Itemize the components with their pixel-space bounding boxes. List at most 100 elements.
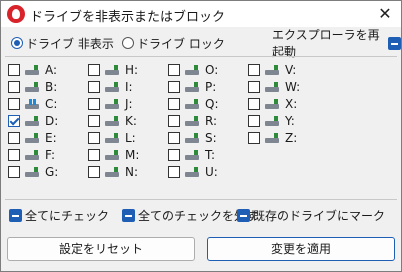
drive-letter: M: bbox=[125, 147, 140, 162]
drive-checkbox[interactable] bbox=[88, 131, 100, 144]
drive-letter: L: bbox=[125, 130, 136, 145]
windows-drive-icon bbox=[25, 98, 41, 109]
drive-item[interactable]: M: bbox=[88, 147, 139, 162]
radio-indicator[interactable] bbox=[11, 37, 23, 49]
reset-settings-button[interactable]: 設定をリセット bbox=[7, 237, 195, 261]
drive-item[interactable]: N: bbox=[88, 164, 138, 179]
drive-item[interactable]: O: bbox=[168, 62, 218, 77]
drive-item[interactable]: D: bbox=[8, 113, 58, 128]
drive-item[interactable]: R: bbox=[168, 113, 217, 128]
drive-item[interactable]: Y: bbox=[248, 113, 295, 128]
hard-drive-icon bbox=[25, 132, 41, 143]
drive-letter: P: bbox=[205, 79, 217, 94]
drive-checkbox[interactable] bbox=[88, 97, 100, 110]
drive-letter: O: bbox=[205, 62, 219, 77]
drive-item[interactable]: W: bbox=[248, 79, 300, 94]
drive-item[interactable]: X: bbox=[248, 96, 297, 111]
drive-checkbox[interactable] bbox=[248, 97, 260, 110]
drive-letter: X: bbox=[285, 96, 298, 111]
drive-checkbox[interactable] bbox=[8, 80, 20, 93]
drive-item[interactable]: T: bbox=[168, 147, 215, 162]
drive-checkbox[interactable] bbox=[88, 148, 100, 161]
drive-letter: J: bbox=[125, 96, 133, 111]
drive-checkbox[interactable] bbox=[8, 165, 20, 178]
drive-item[interactable]: P: bbox=[168, 79, 216, 94]
drive-item[interactable]: B: bbox=[8, 79, 57, 94]
hard-drive-icon bbox=[265, 64, 281, 75]
drive-checkbox[interactable] bbox=[248, 131, 260, 144]
mark-existing-button[interactable]: 既存のドライブにマーク bbox=[237, 207, 385, 223]
hard-drive-icon bbox=[105, 166, 121, 177]
drive-letter: D: bbox=[45, 113, 59, 128]
radio-indicator[interactable] bbox=[122, 37, 134, 49]
drive-letter: U: bbox=[205, 164, 218, 179]
drive-item[interactable]: Z: bbox=[248, 130, 297, 145]
drive-item[interactable]: K: bbox=[88, 113, 137, 128]
drive-item[interactable]: C: bbox=[8, 96, 57, 111]
drive-item[interactable]: S: bbox=[168, 130, 217, 145]
hard-drive-icon bbox=[185, 132, 201, 143]
mark-existing-label: 既存のドライブにマーク bbox=[253, 208, 386, 223]
restart-explorer-checkbox[interactable] bbox=[388, 36, 401, 50]
radio-label: ドライブ 非表示 bbox=[26, 36, 114, 51]
radio-hide-drives[interactable]: ドライブ 非表示 bbox=[11, 35, 114, 51]
uncheck-all-icon bbox=[122, 208, 135, 222]
drive-checkbox[interactable] bbox=[168, 97, 180, 110]
drive-item[interactable]: F: bbox=[8, 147, 55, 162]
drive-item[interactable]: L: bbox=[88, 130, 136, 145]
drive-item[interactable]: V: bbox=[248, 62, 296, 77]
radio-lock-drives[interactable]: ドライブ ロック bbox=[122, 35, 225, 51]
drive-checkbox[interactable] bbox=[8, 131, 20, 144]
drive-letter: A: bbox=[45, 62, 58, 77]
hard-drive-icon bbox=[25, 149, 41, 160]
drive-letter: Y: bbox=[285, 113, 295, 128]
drive-checkbox[interactable] bbox=[168, 80, 180, 93]
drive-letter: C: bbox=[45, 96, 58, 111]
drive-checkbox[interactable] bbox=[168, 63, 180, 76]
drive-checkbox[interactable] bbox=[88, 63, 100, 76]
hard-drive-icon bbox=[105, 81, 121, 92]
drive-letter: S: bbox=[205, 130, 217, 145]
drive-checkbox[interactable] bbox=[168, 131, 180, 144]
drive-item[interactable]: Q: bbox=[168, 96, 219, 111]
drive-item[interactable]: E: bbox=[8, 130, 57, 145]
hard-drive-icon bbox=[265, 132, 281, 143]
hard-drive-icon bbox=[105, 98, 121, 109]
drive-hide-dialog: ドライブを非表示またはブロック ✕ ドライブ 非表示 ドライブ ロック エクスプ… bbox=[0, 0, 402, 272]
drive-checkbox[interactable] bbox=[248, 80, 260, 93]
drive-checkbox[interactable] bbox=[248, 63, 260, 76]
drive-checkbox[interactable] bbox=[8, 148, 20, 161]
restart-explorer-toggle[interactable]: エクスプローラを再起動 bbox=[272, 28, 401, 59]
drive-item[interactable]: H: bbox=[88, 62, 138, 77]
drive-checkbox[interactable] bbox=[88, 165, 100, 178]
drive-letter: F: bbox=[45, 147, 56, 162]
drive-checkbox[interactable] bbox=[88, 114, 100, 127]
apply-changes-button[interactable]: 変更を適用 bbox=[207, 237, 395, 261]
close-icon[interactable]: ✕ bbox=[373, 3, 397, 25]
drive-checkbox[interactable] bbox=[8, 63, 20, 76]
drive-letter: N: bbox=[125, 164, 139, 179]
hard-drive-icon bbox=[265, 98, 281, 109]
drive-checkbox[interactable] bbox=[8, 97, 20, 110]
app-icon bbox=[7, 5, 25, 23]
drive-letter: T: bbox=[205, 147, 216, 162]
hard-drive-icon bbox=[105, 115, 121, 126]
hard-drive-icon bbox=[185, 166, 201, 177]
drive-checkbox[interactable] bbox=[168, 165, 180, 178]
drive-checkbox[interactable] bbox=[168, 114, 180, 127]
drive-checkbox[interactable] bbox=[8, 114, 20, 127]
drive-item[interactable]: I: bbox=[88, 79, 133, 94]
check-all-button[interactable]: 全てにチェック bbox=[9, 207, 109, 223]
drive-letter: H: bbox=[125, 62, 139, 77]
drive-item[interactable]: G: bbox=[8, 164, 58, 179]
drive-letter: K: bbox=[125, 113, 137, 128]
drive-letter: V: bbox=[285, 62, 297, 77]
drive-checkbox[interactable] bbox=[88, 80, 100, 93]
drive-checkbox[interactable] bbox=[248, 114, 260, 127]
hard-drive-icon bbox=[185, 64, 201, 75]
drive-item[interactable]: A: bbox=[8, 62, 57, 77]
drive-item[interactable]: U: bbox=[168, 164, 218, 179]
hard-drive-icon bbox=[185, 115, 201, 126]
drive-checkbox[interactable] bbox=[168, 148, 180, 161]
drive-item[interactable]: J: bbox=[88, 96, 133, 111]
